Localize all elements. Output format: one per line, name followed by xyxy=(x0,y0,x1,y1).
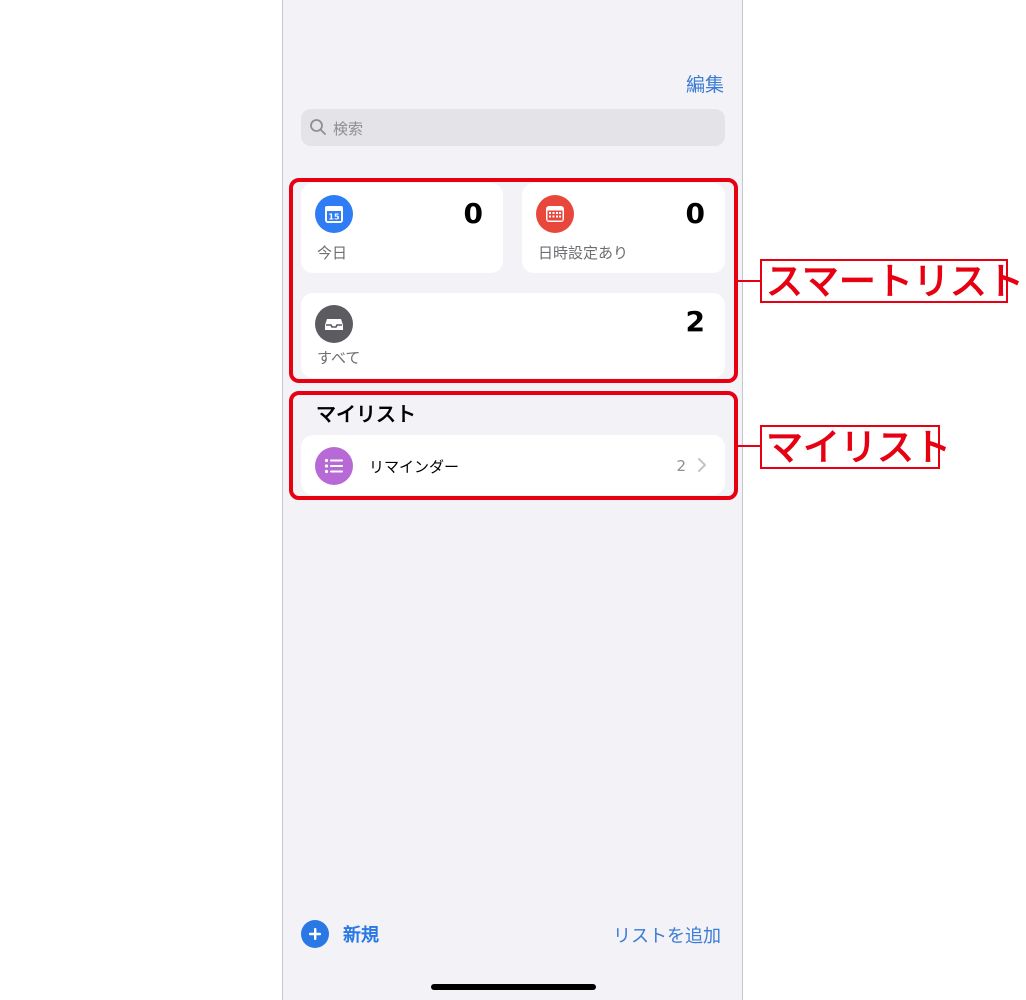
search-placeholder: 検索 xyxy=(333,120,364,138)
my-lists-highlight-box xyxy=(289,391,738,500)
search-icon xyxy=(310,119,326,135)
smart-lists-highlight-box xyxy=(289,178,738,383)
add-list-button[interactable]: リストを追加 xyxy=(613,922,721,948)
search-field[interactable]: 検索 xyxy=(301,109,725,146)
edit-button[interactable]: 編集 xyxy=(686,70,724,97)
my-lists-leader-line xyxy=(738,445,762,447)
home-indicator[interactable] xyxy=(431,984,596,990)
phone-screen xyxy=(282,0,743,1000)
smart-lists-leader-line xyxy=(738,280,762,282)
smart-lists-callout: スマートリスト xyxy=(760,259,1024,303)
my-lists-callout: マイリスト xyxy=(760,425,951,469)
plus-circle-icon xyxy=(301,920,329,948)
new-reminder-button[interactable]: 新規 xyxy=(301,920,379,948)
new-reminder-label: 新規 xyxy=(343,925,379,946)
